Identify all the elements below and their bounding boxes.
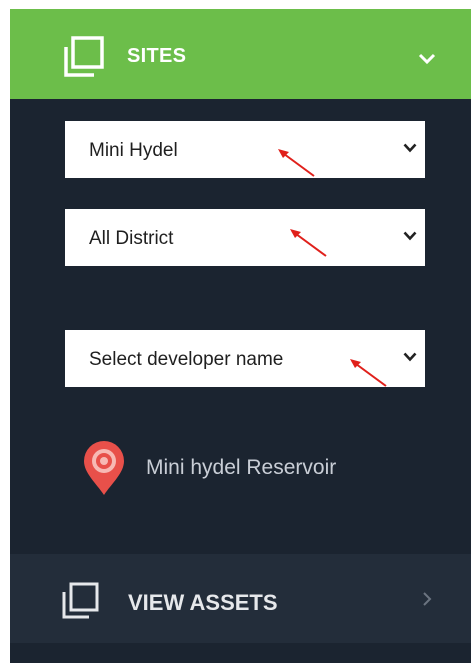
district-select-value: All District	[89, 228, 174, 249]
annotation-arrow	[278, 149, 315, 177]
copy-square-icon	[64, 36, 104, 77]
top-strip	[0, 0, 475, 9]
chevron-down-icon	[403, 143, 417, 153]
category-select[interactable]: Mini Hydel	[65, 121, 425, 178]
chevron-down-icon	[403, 231, 417, 241]
annotation-arrow	[290, 229, 327, 257]
chevron-right-icon	[423, 592, 432, 606]
developer-select-placeholder: Select developer name	[89, 349, 284, 370]
chevron-down-icon	[403, 352, 417, 362]
category-select-value: Mini Hydel	[89, 140, 178, 161]
sidebar-panel: SITES Mini Hydel All District Select dev…	[10, 9, 471, 663]
sites-menu-header[interactable]: SITES	[10, 9, 471, 99]
sites-label: SITES	[127, 45, 187, 67]
chevron-down-icon[interactable]	[418, 53, 436, 65]
annotation-arrow	[350, 359, 387, 387]
view-assets-label: VIEW ASSETS	[128, 590, 278, 615]
legend-item-mini-hydel-reservoir[interactable]: Mini hydel Reservoir	[80, 439, 420, 499]
legend-item-label: Mini hydel Reservoir	[146, 456, 337, 479]
district-select[interactable]: All District	[65, 209, 425, 266]
copy-square-icon	[62, 582, 99, 619]
view-assets-menu-item[interactable]: VIEW ASSETS	[10, 554, 471, 643]
map-pin-icon	[84, 441, 124, 495]
